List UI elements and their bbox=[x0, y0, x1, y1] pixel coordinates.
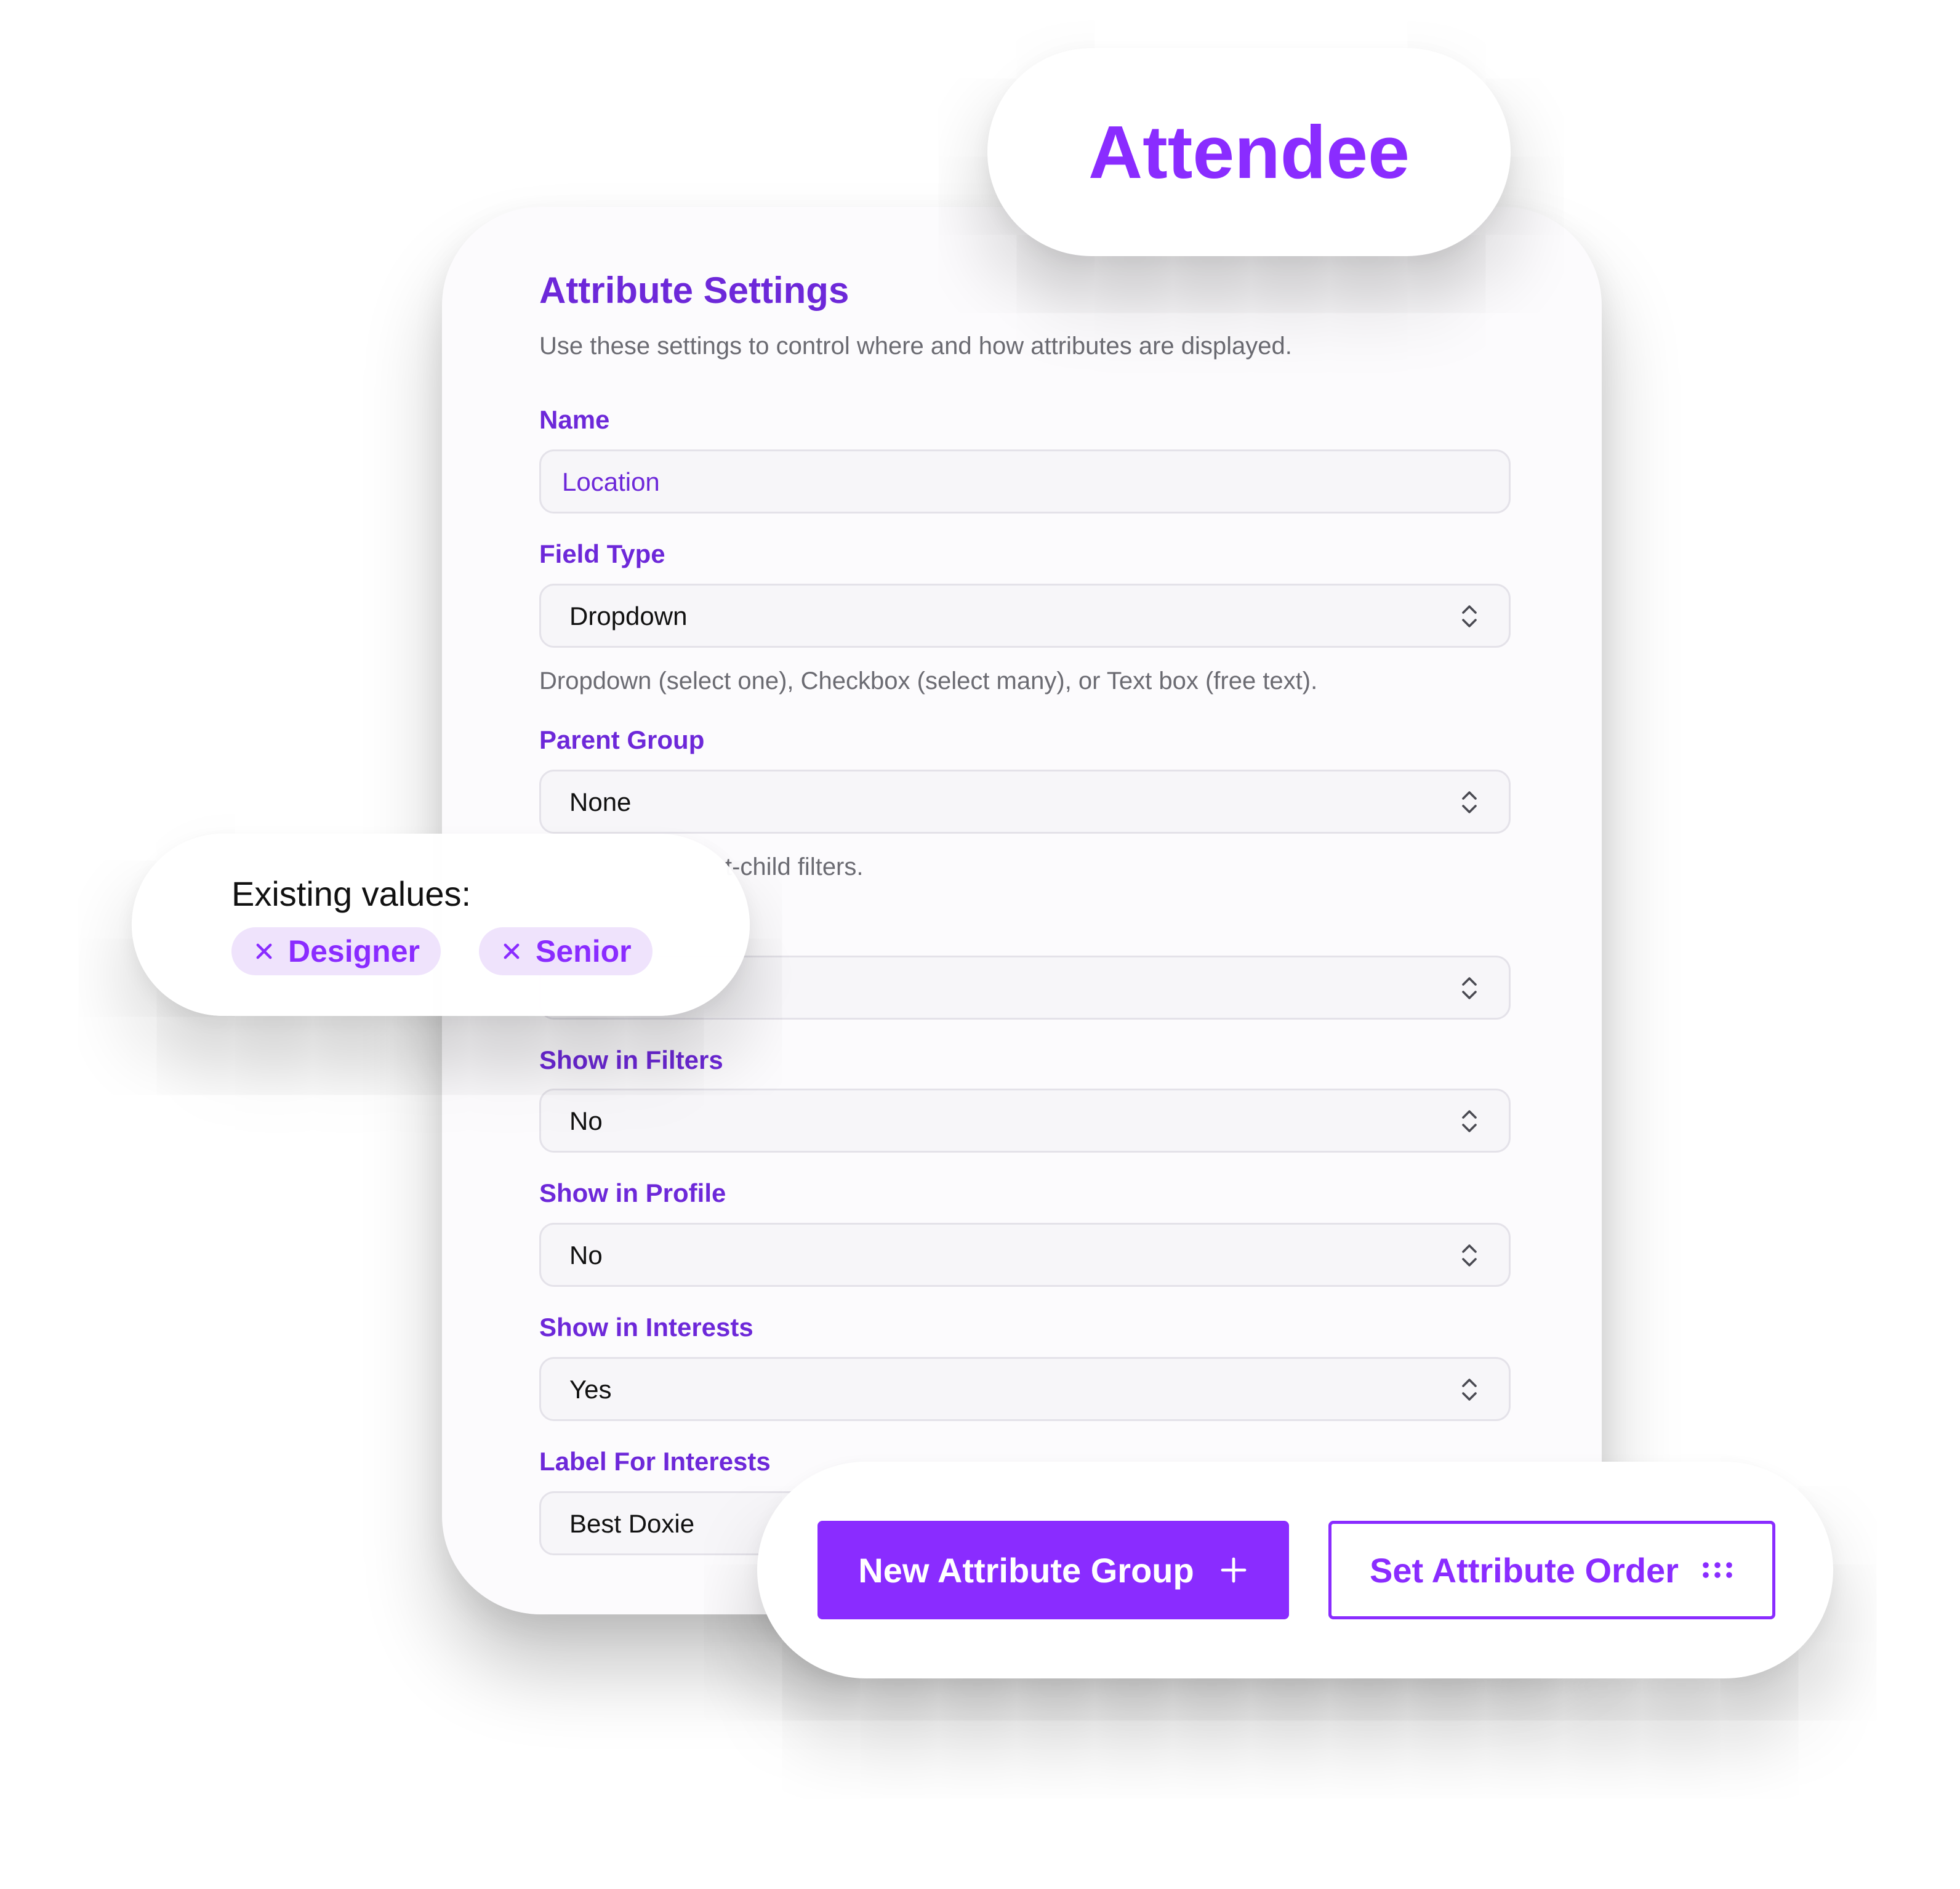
show-in-interests-select[interactable]: Yes bbox=[539, 1357, 1511, 1421]
parent-group-label: Parent Group bbox=[539, 725, 705, 754]
set-attribute-order-button[interactable]: Set Attribute Order bbox=[1328, 1521, 1775, 1619]
label-for-interests-label: Label For Interests bbox=[539, 1447, 771, 1476]
parent-group-value: None bbox=[569, 787, 632, 816]
set-attribute-order-label: Set Attribute Order bbox=[1370, 1550, 1679, 1590]
show-in-profile-label: Show in Profile bbox=[539, 1178, 726, 1207]
show-in-filters-label: Show in Filters bbox=[539, 1045, 723, 1074]
field-type-select[interactable]: Dropdown bbox=[539, 584, 1511, 648]
settings-title: Attribute Settings bbox=[539, 270, 849, 311]
field-type-value: Dropdown bbox=[569, 602, 688, 630]
field-type-label: Field Type bbox=[539, 539, 665, 568]
chevron-up-down-icon bbox=[1462, 1379, 1477, 1401]
name-input[interactable]: Location bbox=[539, 449, 1511, 514]
plus-icon bbox=[1221, 1557, 1247, 1583]
chevron-up-down-icon bbox=[1462, 791, 1477, 813]
close-icon[interactable] bbox=[254, 941, 275, 962]
chevron-up-down-icon bbox=[1462, 977, 1477, 999]
parent-group-help: t-child filters. bbox=[725, 853, 864, 880]
show-in-profile-select[interactable]: No bbox=[539, 1223, 1511, 1287]
chip-label: Designer bbox=[288, 934, 420, 969]
value-chip-designer[interactable]: Designer bbox=[231, 927, 441, 975]
new-attribute-group-label: New Attribute Group bbox=[858, 1550, 1194, 1590]
attendee-badge-label: Attendee bbox=[1088, 110, 1410, 194]
label-for-interests-value: Best Doxie bbox=[569, 1509, 695, 1538]
chip-label: Senior bbox=[536, 934, 632, 969]
show-in-filters-value: No bbox=[569, 1106, 603, 1135]
attendee-badge: Attendee bbox=[987, 48, 1511, 256]
chevron-up-down-icon bbox=[1462, 605, 1477, 627]
close-icon[interactable] bbox=[501, 941, 522, 962]
drag-dots-icon bbox=[1703, 1562, 1732, 1578]
show-in-interests-label: Show in Interests bbox=[539, 1313, 753, 1342]
show-in-filters-select[interactable]: No bbox=[539, 1089, 1511, 1153]
existing-values-card: Existing values: Designer Senior bbox=[132, 834, 750, 1016]
show-in-interests-value: Yes bbox=[569, 1375, 612, 1404]
actions-card: New Attribute Group Set Attribute Order bbox=[757, 1462, 1833, 1678]
value-chip-senior[interactable]: Senior bbox=[479, 927, 653, 975]
name-input-value: Location bbox=[562, 467, 660, 496]
chevron-up-down-icon bbox=[1462, 1244, 1477, 1267]
chevron-up-down-icon bbox=[1462, 1110, 1477, 1132]
new-attribute-group-button[interactable]: New Attribute Group bbox=[817, 1521, 1289, 1619]
settings-subtitle: Use these settings to control where and … bbox=[539, 332, 1292, 360]
show-in-profile-value: No bbox=[569, 1241, 603, 1270]
field-type-help: Dropdown (select one), Checkbox (select … bbox=[539, 667, 1318, 695]
name-label: Name bbox=[539, 405, 610, 434]
parent-group-select[interactable]: None bbox=[539, 770, 1511, 834]
existing-values-label: Existing values: bbox=[231, 874, 472, 913]
